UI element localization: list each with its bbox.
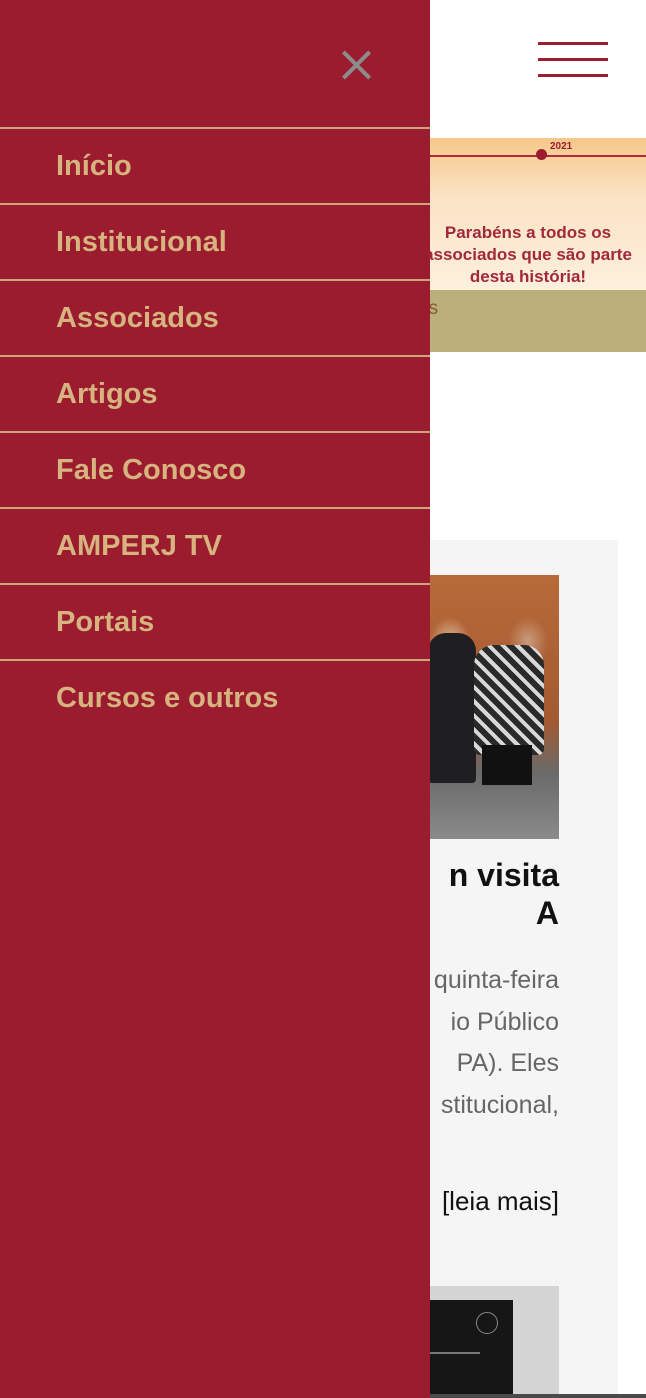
menu-item-portais[interactable]: Portais xyxy=(0,585,430,661)
hamburger-menu-icon[interactable] xyxy=(538,42,608,78)
navigation-drawer: Início Institucional Associados Artigos … xyxy=(0,0,430,1398)
banner-message: Parabéns a todos os associados que são p… xyxy=(424,223,632,286)
menu-item-associados[interactable]: Associados xyxy=(0,281,430,357)
photo-person-man xyxy=(428,633,476,783)
menu-item-fale-conosco[interactable]: Fale Conosco xyxy=(0,433,430,509)
banner-year: 2021 xyxy=(550,141,573,152)
menu-item-artigos[interactable]: Artigos xyxy=(0,357,430,433)
menu-item-inicio[interactable]: Início xyxy=(0,129,430,205)
menu-item-label: Início xyxy=(56,149,132,182)
photo-person-woman xyxy=(474,645,544,755)
drawer-menu: Início Institucional Associados Artigos … xyxy=(0,127,430,735)
menu-item-label: Associados xyxy=(56,301,219,334)
menu-item-label: AMPERJ TV xyxy=(56,529,222,562)
menu-item-label: Cursos e outros xyxy=(56,681,279,714)
close-icon[interactable] xyxy=(336,46,376,86)
menu-item-label: Institucional xyxy=(56,225,227,258)
photo-person-skirt xyxy=(482,745,532,785)
menu-item-amperj-tv[interactable]: AMPERJ TV xyxy=(0,509,430,585)
menu-item-label: Fale Conosco xyxy=(56,453,247,486)
menu-item-institucional[interactable]: Institucional xyxy=(0,205,430,281)
menu-item-label: Portais xyxy=(56,605,155,638)
menu-item-label: Artigos xyxy=(56,377,158,410)
menu-item-cursos-e-outros[interactable]: Cursos e outros xyxy=(0,661,430,735)
banner-timeline-dot xyxy=(536,149,547,160)
